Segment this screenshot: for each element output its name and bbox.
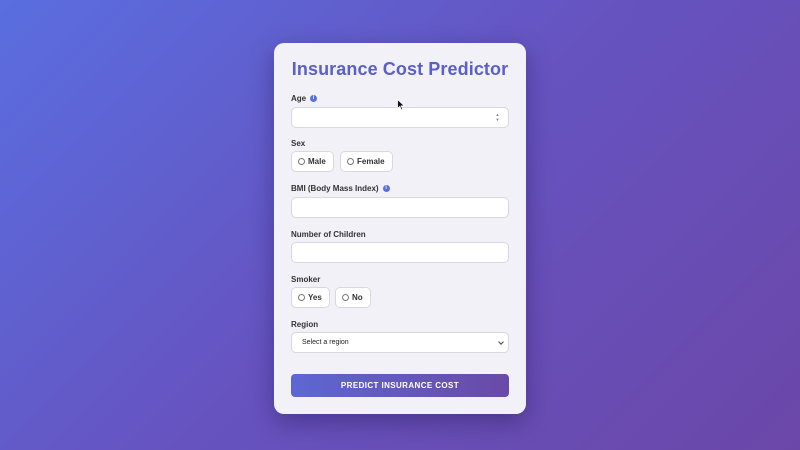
children-input[interactable] — [291, 242, 509, 263]
sex-option-label: Male — [308, 157, 326, 166]
region-label: Region — [291, 320, 318, 329]
smoker-option-label: Yes — [308, 293, 322, 302]
age-label: Age i — [291, 94, 318, 103]
cursor-icon — [397, 99, 406, 111]
sex-label: Sex — [291, 139, 305, 148]
smoker-label: Smoker — [291, 275, 320, 284]
region-selected-value: Select a region — [302, 339, 349, 346]
spinner-icon[interactable]: ▲ ▼ — [495, 112, 500, 122]
bmi-input[interactable] — [291, 197, 509, 218]
sex-option-male[interactable]: Male — [291, 151, 334, 172]
predict-button[interactable]: PREDICT INSURANCE COST — [291, 374, 509, 397]
radio-button[interactable] — [342, 294, 349, 301]
age-label-text: Age — [291, 94, 307, 103]
bmi-label-text: BMI (Body Mass Index) — [291, 184, 379, 193]
smoker-option-no[interactable]: No — [335, 287, 371, 308]
children-label: Number of Children — [291, 230, 366, 239]
region-label-text: Region — [291, 320, 319, 329]
smoker-option-yes[interactable]: Yes — [291, 287, 330, 308]
region-select[interactable]: Select a region — [291, 332, 509, 353]
page-title: Insurance Cost Predictor — [291, 59, 509, 79]
sex-label-text: Sex — [291, 139, 306, 148]
info-icon[interactable]: i — [382, 185, 390, 192]
children-label-text: Number of Children — [291, 230, 366, 239]
smoker-label-text: Smoker — [291, 275, 321, 284]
radio-button[interactable] — [298, 294, 305, 301]
sex-option-label: Female — [357, 157, 385, 166]
radio-button[interactable] — [347, 158, 354, 165]
info-icon[interactable]: i — [310, 95, 318, 102]
chevron-down-icon — [498, 339, 504, 345]
radio-button[interactable] — [298, 158, 305, 165]
smoker-option-label: No — [352, 293, 363, 302]
sex-option-female[interactable]: Female — [340, 151, 393, 172]
bmi-label: BMI (Body Mass Index) i — [291, 184, 390, 193]
